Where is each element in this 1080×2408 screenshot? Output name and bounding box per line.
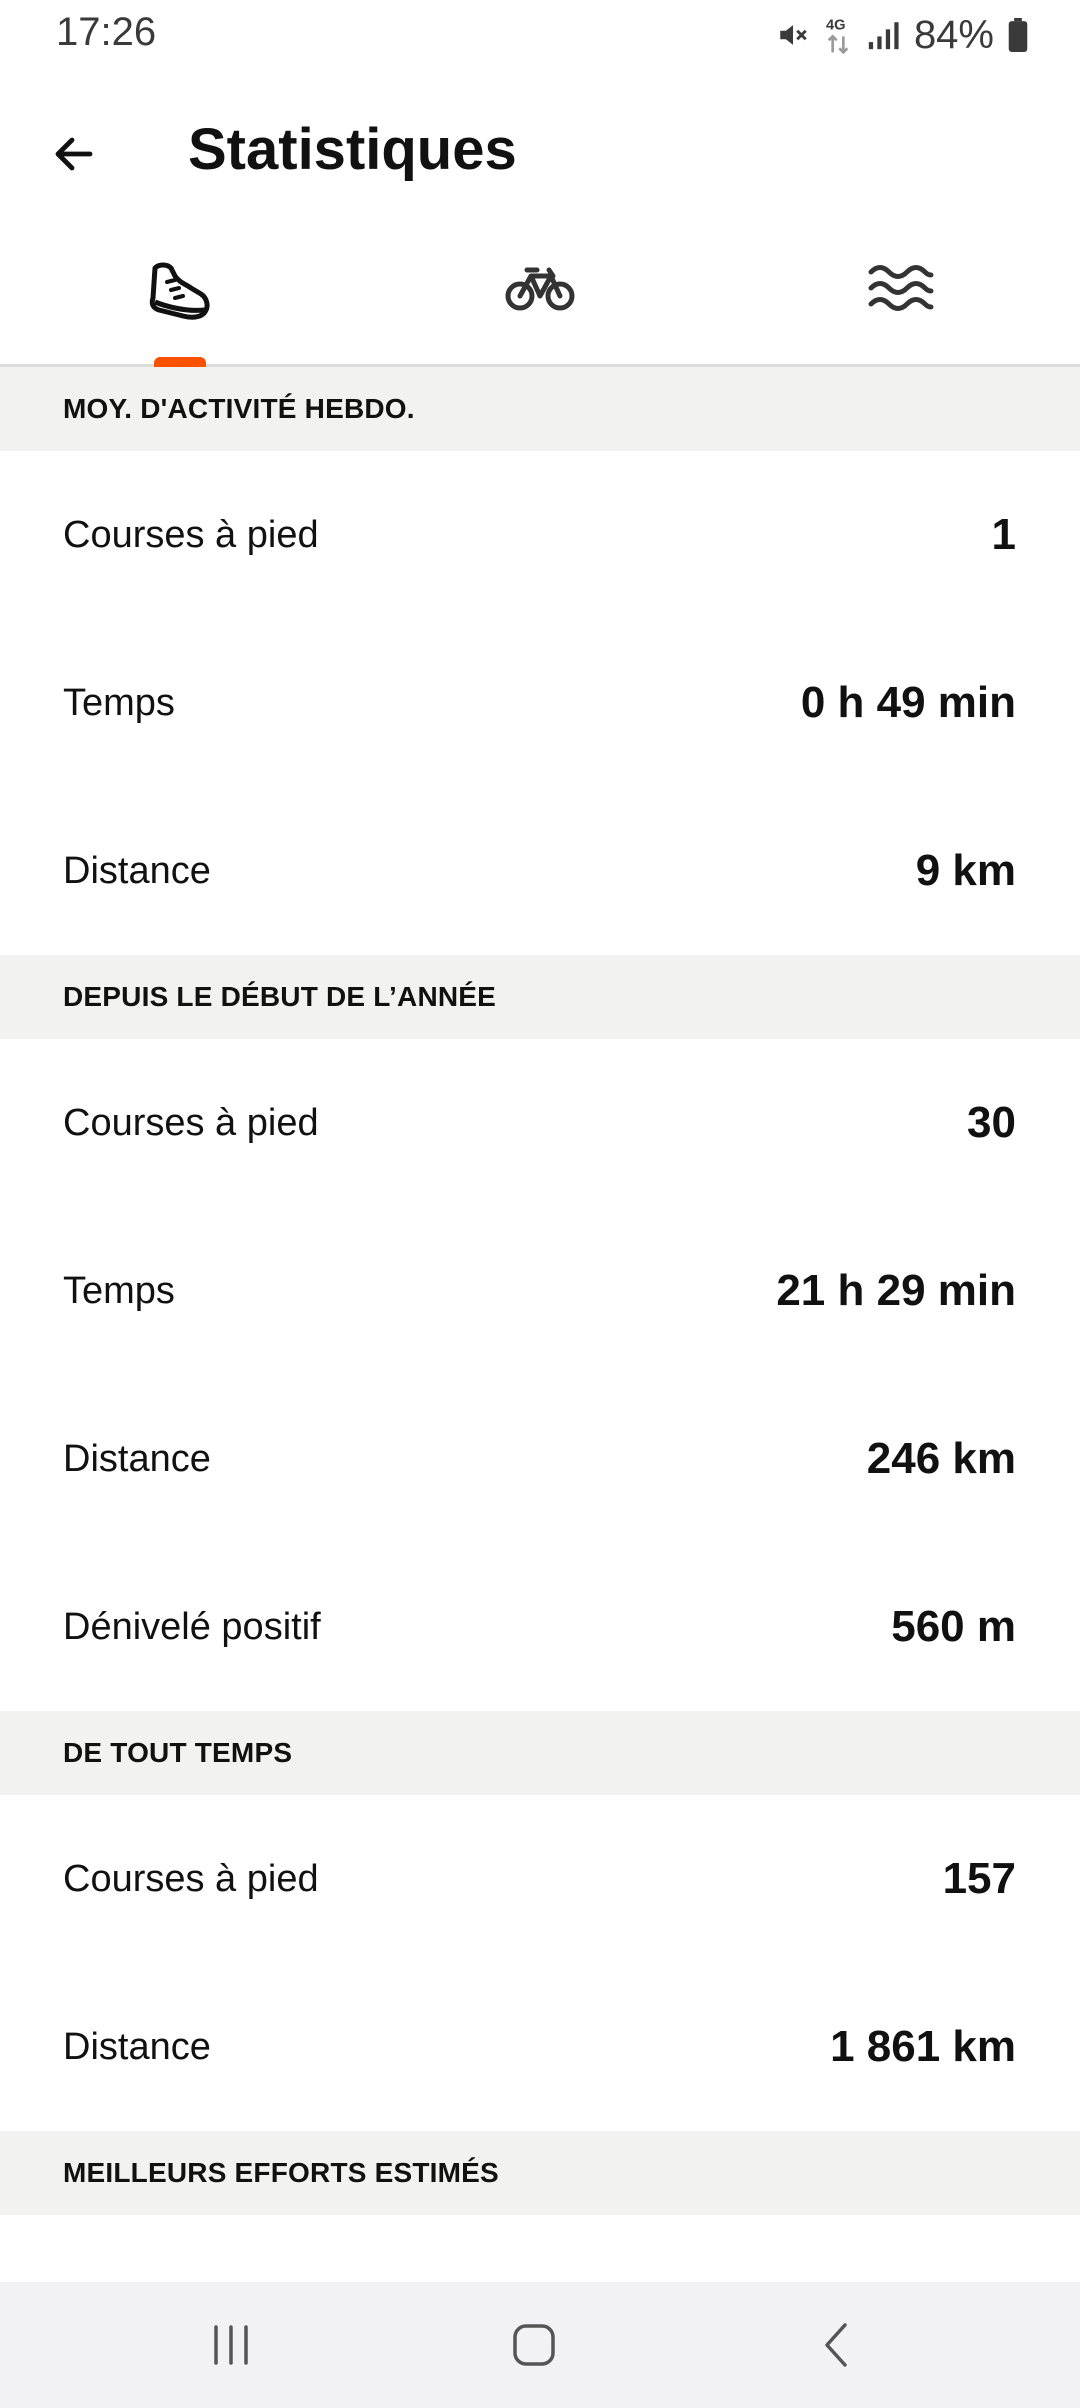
section-header-all-time: DE TOUT TEMPS [0,1711,1080,1795]
section-header-weekly: MOY. D'ACTIVITÉ HEBDO. [0,367,1080,451]
stat-row-partial [0,2215,1080,2282]
tab-run[interactable] [0,240,360,367]
section-header-ytd: DEPUIS LE DÉBUT DE L’ANNÉE [0,955,1080,1039]
svg-text:4G: 4G [826,18,846,34]
bicycle-icon [505,267,575,311]
tab-swim[interactable] [720,240,1080,364]
stat-row: Distance 246 km [0,1375,1080,1543]
stat-row: Temps 0 h 49 min [0,619,1080,787]
stats-content[interactable]: MOY. D'ACTIVITÉ HEBDO. Courses à pied 1 … [0,367,1080,2282]
stat-label: Distance [63,849,211,892]
battery-percent: 84% [913,12,994,57]
app-header: Statistiques [0,100,1080,215]
stat-value: 0 h 49 min [800,678,1016,727]
stat-label: Dénivelé positif [63,1605,321,1648]
recent-apps-button[interactable] [171,2310,291,2380]
running-shoe-icon [149,262,210,320]
stat-label: Courses à pied [63,1857,319,1900]
stat-label: Courses à pied [63,513,319,556]
signal-icon [868,22,899,50]
page-title: Statistiques [188,117,517,182]
stat-label: Courses à pied [63,1101,319,1144]
system-back-button[interactable] [777,2310,897,2380]
stat-row: Distance 1 861 km [0,1963,1080,2131]
stat-label: Temps [63,1269,175,1312]
home-icon [513,2324,555,2366]
back-icon [825,2323,847,2367]
back-button[interactable] [40,120,108,188]
stat-label: Distance [63,1437,211,1480]
stat-value: 1 861 km [830,2022,1016,2071]
tab-ride[interactable] [360,240,720,364]
stat-label: Temps [63,681,175,724]
stat-label: Distance [63,2025,211,2068]
status-bar: 17:26 4G 84% [0,0,1080,70]
sport-tabs [0,240,1080,367]
status-icons: 4G 84% [776,12,1028,58]
waves-icon [868,265,934,311]
stat-row: Courses à pied 157 [0,1795,1080,1963]
stat-row: Dénivelé positif 560 m [0,1543,1080,1711]
stat-row: Distance 9 km [0,787,1080,955]
section-header-best-efforts: MEILLEURS EFFORTS ESTIMÉS [0,2131,1080,2215]
stat-value: 9 km [915,846,1016,895]
mute-icon [780,25,807,45]
active-tab-indicator [154,357,206,367]
stat-value: 246 km [866,1434,1016,1483]
stat-value: 157 [942,1854,1016,1903]
stat-value: 21 h 29 min [776,1266,1016,1315]
home-button[interactable] [474,2310,594,2380]
stat-row: Courses à pied 30 [0,1039,1080,1207]
stat-row: Temps 21 h 29 min [0,1207,1080,1375]
stat-value: 560 m [891,1602,1016,1651]
4g-data-icon: 4G [826,18,849,55]
battery-icon [1008,18,1028,52]
stat-row: Courses à pied 1 [0,451,1080,619]
status-time: 17:26 [56,10,157,54]
stat-value: 30 [967,1098,1016,1147]
stat-value: 1 [991,510,1016,559]
arrow-left-icon [55,137,93,171]
recent-apps-icon [214,2325,248,2365]
system-nav-bar [0,2282,1080,2408]
